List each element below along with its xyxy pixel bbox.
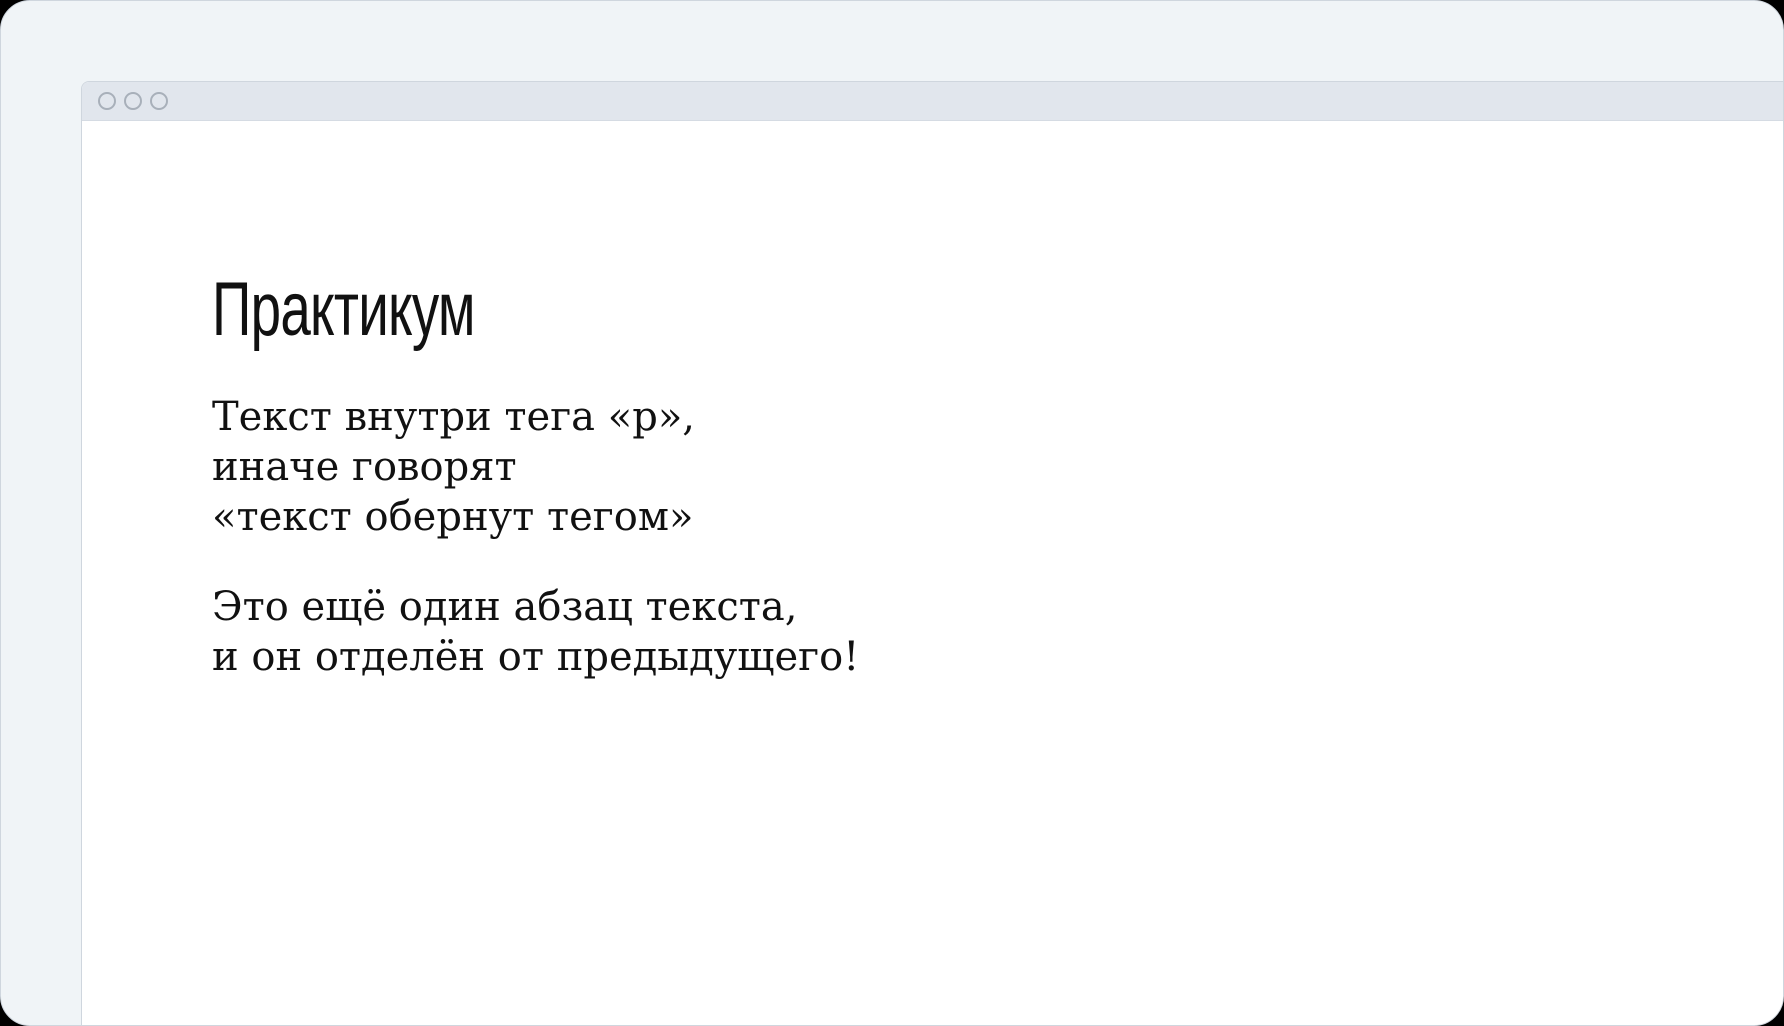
minimize-window-icon[interactable] bbox=[124, 92, 142, 110]
window-titlebar bbox=[82, 82, 1783, 121]
page-heading: Практикум bbox=[212, 267, 476, 352]
paragraph-1-line-2: иначе говорят bbox=[212, 444, 517, 490]
browser-window: Практикум Текст внутри тега «p», иначе г… bbox=[81, 81, 1783, 1025]
paragraph-1: Текст внутри тега «p», иначе говорят «те… bbox=[212, 392, 1783, 542]
paragraph-1-line-3: «текст обернут тегом» bbox=[212, 494, 694, 540]
paragraph-2-line-1: Это ещё один абзац текста, bbox=[212, 584, 798, 630]
paragraph-2: Это ещё один абзац текста, и он отделён … bbox=[212, 582, 1783, 682]
page-content: Практикум Текст внутри тега «p», иначе г… bbox=[212, 267, 1783, 722]
close-window-icon[interactable] bbox=[98, 92, 116, 110]
outer-frame: Практикум Текст внутри тега «p», иначе г… bbox=[0, 0, 1784, 1026]
paragraph-1-line-1: Текст внутри тега «p», bbox=[212, 394, 696, 440]
maximize-window-icon[interactable] bbox=[150, 92, 168, 110]
paragraph-2-line-2: и он отделён от предыдущего! bbox=[212, 634, 860, 680]
